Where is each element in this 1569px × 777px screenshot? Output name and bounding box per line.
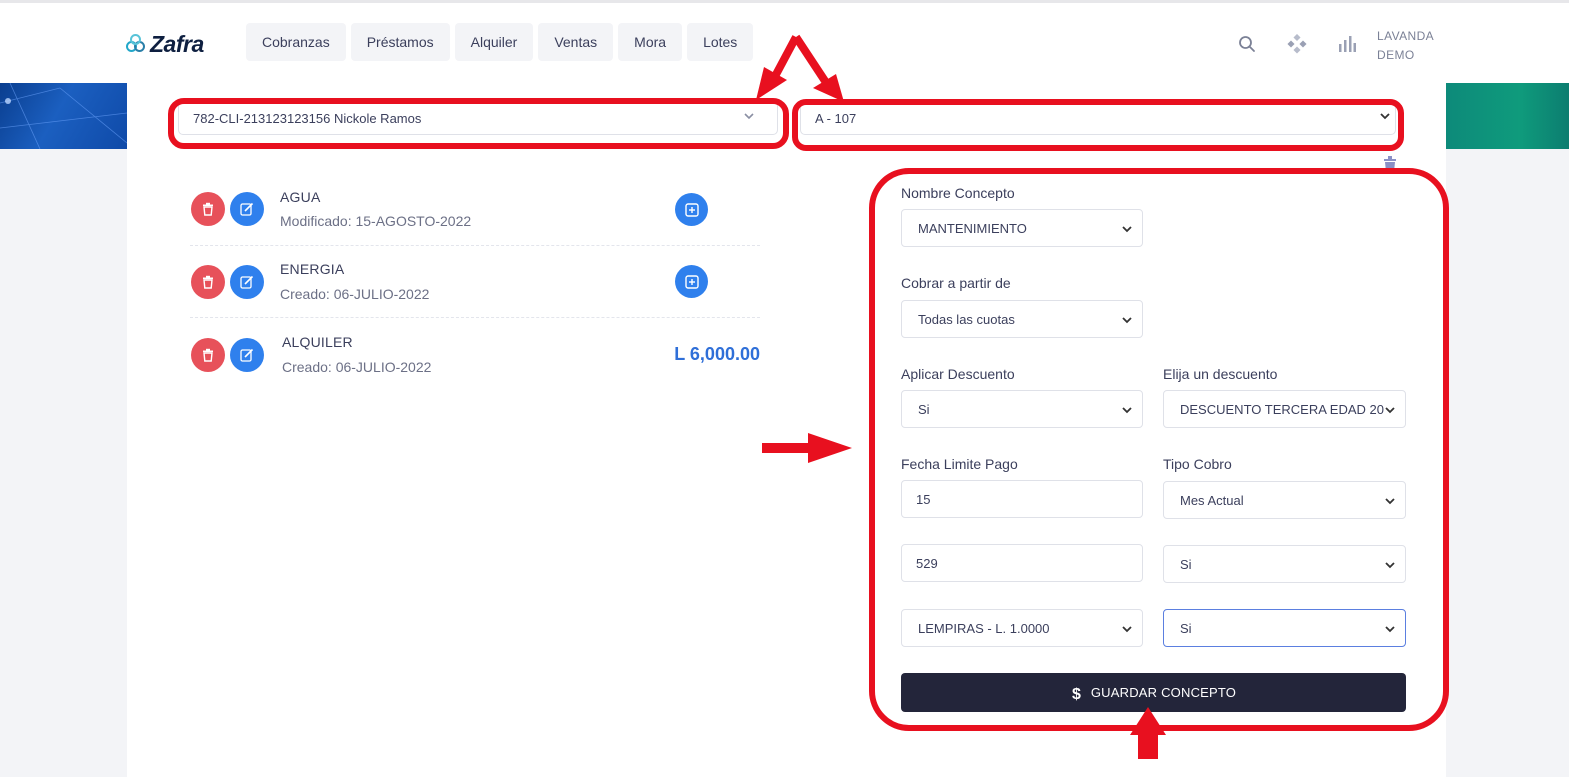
arrow-up-icon xyxy=(1130,707,1166,735)
arrow-right-icon xyxy=(808,433,852,463)
arrow-down-left-icon xyxy=(756,67,787,100)
arrow-down-right-icon xyxy=(813,74,844,102)
annotation-arrows xyxy=(756,34,1166,759)
